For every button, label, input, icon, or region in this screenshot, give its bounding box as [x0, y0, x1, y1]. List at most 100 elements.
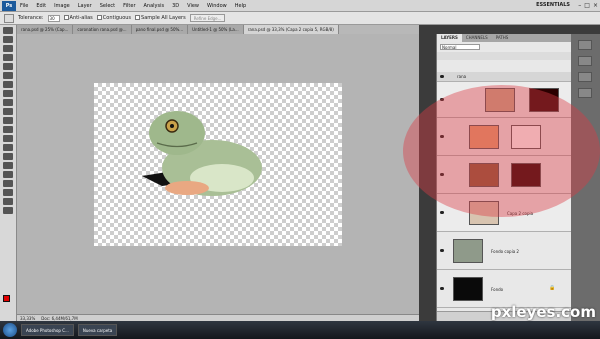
frog-foot [165, 181, 209, 195]
gradient-tool-icon[interactable] [3, 126, 13, 133]
task-label: Adobe Photoshop C... [26, 327, 69, 333]
contiguous-label: Contiguous [102, 15, 132, 21]
frog-head [149, 111, 205, 155]
menu-3d[interactable]: 3D [168, 3, 183, 9]
doc-tab[interactable]: Untitled-1 @ 50% (La... [188, 25, 244, 34]
menu-select[interactable]: Select [96, 3, 119, 9]
menu-view[interactable]: View [183, 3, 203, 9]
window-controls: – □ × [578, 2, 598, 9]
checkbox-icon [63, 15, 69, 20]
hand-tool-icon[interactable] [3, 198, 13, 205]
sample-all-checkbox[interactable]: Sample All Layers [135, 15, 186, 21]
eyedropper-tool-icon[interactable] [3, 72, 13, 79]
tolerance-label: Tolerance: [18, 15, 44, 21]
menu-image[interactable]: Image [50, 3, 74, 9]
layer-row[interactable]: Fondo copia 2 [437, 232, 572, 270]
menu-bar: Ps File Edit Image Layer Select Filter A… [0, 0, 600, 12]
visibility-eye-icon[interactable] [440, 75, 444, 78]
lock-icon: 🔒 [549, 285, 556, 291]
menu-file[interactable]: File [16, 3, 32, 9]
antialias-label: Anti-alias [69, 15, 93, 21]
dock-button[interactable] [578, 56, 592, 66]
layer-name: rana [457, 74, 467, 79]
dodge-tool-icon[interactable] [3, 144, 13, 151]
tab-channels[interactable]: CHANNELS [462, 34, 492, 42]
pen-tool-icon[interactable] [3, 153, 13, 160]
panel-tabs: LAYERS CHANNELS PATHS [437, 34, 571, 42]
highlight-ellipse [403, 85, 600, 217]
history-brush-tool-icon[interactable] [3, 108, 13, 115]
type-tool-icon[interactable] [3, 162, 13, 169]
frog-image [142, 111, 262, 196]
document-canvas[interactable] [94, 83, 342, 246]
menu-window[interactable]: Window [203, 3, 231, 9]
blend-mode-select[interactable]: Normal [440, 44, 480, 50]
checkbox-icon [96, 15, 102, 20]
lasso-tool-icon[interactable] [3, 45, 13, 52]
taskbar: Adobe Photoshop C... Nueva carpeta [0, 321, 600, 339]
document-tabs: rana.psd @ 25% (Cap... coronation rana.p… [17, 25, 419, 34]
visibility-eye-icon[interactable] [440, 287, 444, 290]
menu-analysis[interactable]: Analysis [140, 3, 169, 9]
watermark: pxleyes.com [490, 303, 596, 321]
layer-thumbnail [453, 277, 483, 301]
task-photoshop[interactable]: Adobe Photoshop C... [21, 324, 74, 336]
frog-pupil [170, 124, 174, 128]
minimize-icon[interactable]: – [578, 2, 581, 9]
dock-button[interactable] [578, 88, 592, 98]
task-label: Nueva carpeta [82, 327, 113, 333]
tolerance-input[interactable]: 30 [47, 14, 60, 22]
layer-group-row[interactable]: rana [437, 72, 572, 82]
path-select-tool-icon[interactable] [3, 171, 13, 178]
healing-tool-icon[interactable] [3, 81, 13, 88]
move-tool-icon[interactable] [3, 27, 13, 34]
eraser-tool-icon[interactable] [3, 117, 13, 124]
workspace-switcher[interactable]: ESSENTIALS [536, 2, 570, 8]
layer-name: Fondo [491, 287, 504, 292]
tab-layers[interactable]: LAYERS [437, 34, 462, 42]
close-icon[interactable]: × [593, 2, 598, 9]
crop-tool-icon[interactable] [3, 63, 13, 70]
sample-all-label: Sample All Layers [141, 15, 186, 21]
doc-tab-active[interactable]: rana.psd @ 33,3% (Capa 2 copia 5, RGB/8) [243, 25, 339, 34]
doc-tab[interactable]: rana.psd @ 25% (Cap... [17, 25, 74, 34]
doc-tab[interactable]: pano final.psd @ 50%... [131, 25, 189, 34]
zoom-level[interactable]: 33,33% [20, 316, 35, 321]
visibility-eye-icon[interactable] [440, 211, 444, 214]
brush-tool-icon[interactable] [3, 90, 13, 97]
3d-tool-icon[interactable] [3, 189, 13, 196]
zoom-tool-icon[interactable] [3, 207, 13, 214]
visibility-eye-icon[interactable] [440, 249, 444, 252]
menu-help[interactable]: Help [231, 3, 250, 9]
antialias-checkbox[interactable]: Anti-alias [63, 15, 93, 21]
dock-button[interactable] [578, 40, 592, 50]
lock-row [437, 52, 571, 60]
task-folder[interactable]: Nueva carpeta [77, 324, 118, 336]
menu-layer[interactable]: Layer [74, 3, 96, 9]
layer-thumbnail [453, 239, 483, 263]
menu-edit[interactable]: Edit [32, 3, 50, 9]
tab-paths[interactable]: PATHS [492, 34, 513, 42]
magic-wand-tool-icon[interactable] [3, 54, 13, 61]
start-button[interactable] [3, 323, 17, 337]
tools-panel [0, 25, 17, 321]
foreground-color-swatch[interactable] [3, 295, 10, 302]
maximize-icon[interactable]: □ [584, 2, 590, 9]
canvas-area[interactable] [17, 34, 419, 314]
stamp-tool-icon[interactable] [3, 99, 13, 106]
layer-name: Fondo copia 2 [491, 249, 519, 254]
menu-filter[interactable]: Filter [119, 3, 139, 9]
refine-edge-button[interactable]: Refine Edge... [189, 14, 226, 22]
checkbox-icon [135, 15, 141, 20]
doc-size: Doc: 6,44M/61,7M [41, 315, 78, 321]
doc-tab[interactable]: coronation rana.psd @... [73, 25, 132, 34]
blur-tool-icon[interactable] [3, 135, 13, 142]
blend-row: Normal [437, 42, 571, 52]
app-logo: Ps [2, 0, 16, 11]
marquee-tool-icon[interactable] [3, 36, 13, 43]
contiguous-checkbox[interactable]: Contiguous [96, 15, 132, 21]
tool-preset-icon[interactable] [4, 13, 14, 23]
shape-tool-icon[interactable] [3, 180, 13, 187]
options-bar: Tolerance: 30 Anti-alias Contiguous Samp… [0, 12, 600, 25]
dock-button[interactable] [578, 72, 592, 82]
